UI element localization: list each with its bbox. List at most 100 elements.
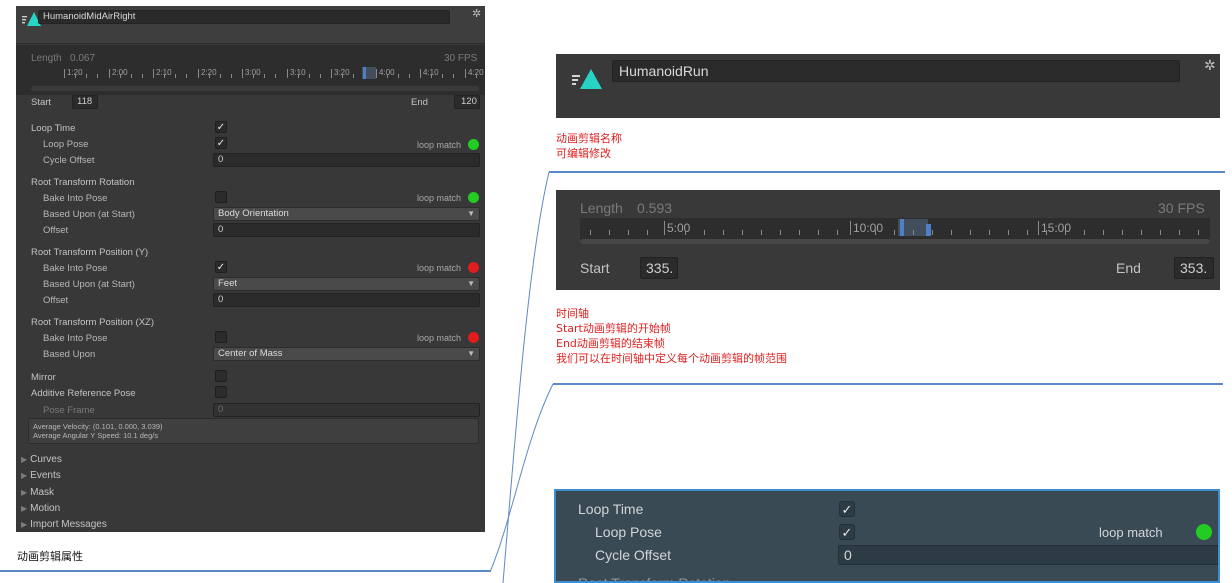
- ruler-minor-tick: [175, 74, 176, 78]
- zoom-ruler-minor-tick: [1103, 230, 1104, 235]
- zoom-fps-label: 30 FPS: [1158, 200, 1205, 216]
- loop-time-checkbox[interactable]: ✓: [215, 121, 227, 133]
- zoom-ruler-tick: [850, 221, 851, 235]
- ruler-minor-tick: [275, 74, 276, 78]
- triangle-right-icon: ▶: [21, 455, 28, 464]
- gear-icon[interactable]: ✲: [1204, 57, 1216, 74]
- timeline-zoom-panel[interactable]: Length 0.593 30 FPS 5:00 10:00 15:00 Start…: [556, 190, 1220, 290]
- zoom-length-label: Length: [580, 200, 623, 216]
- playhead-start-marker[interactable]: [363, 67, 366, 79]
- zoom-cycle-offset-field[interactable]: 0: [838, 545, 1218, 565]
- ruler-minor-tick: [342, 74, 343, 78]
- zoom-ruler-minor-tick: [951, 230, 952, 235]
- zoom-ruler-tick-label: 5:00: [667, 221, 691, 235]
- foldout-mask-label: Mask: [30, 487, 55, 498]
- mirror-checkbox[interactable]: [215, 370, 227, 382]
- zoom-ruler-minor-tick: [704, 230, 705, 235]
- loop-match-label: loop match: [417, 140, 462, 150]
- clip-inspector-panel: HumanoidMidAirRight ✲ Length 0.067 30 FP…: [16, 6, 485, 532]
- triangle-right-icon: ▶: [21, 504, 28, 513]
- foldout-events-label: Events: [30, 470, 61, 481]
- rtpxz-based-label: Based Upon: [43, 349, 96, 360]
- zoom-timeline-scrollbar[interactable]: [580, 239, 1210, 244]
- note-rule-2: [553, 383, 1223, 385]
- timeline[interactable]: Length 0.067 30 FPS 1:20 2:00 2:10 2:20 3:00…: [16, 45, 485, 95]
- ruler-tick: [242, 69, 243, 78]
- start-label: Start: [31, 97, 52, 108]
- zoom-ruler-minor-tick: [590, 230, 591, 235]
- zoom-ruler-minor-tick: [970, 230, 971, 235]
- ruler-minor-tick: [476, 74, 477, 78]
- dropdown-arrow-icon: ▼: [467, 349, 475, 358]
- rtpy-bake-checkbox[interactable]: ✓: [215, 261, 227, 273]
- end-frame-field[interactable]: 120: [454, 95, 480, 109]
- rtr-based-dropdown[interactable]: Body Orientation ▼: [213, 207, 480, 221]
- timeline-scrollbar[interactable]: [31, 86, 479, 91]
- additive-ref-checkbox[interactable]: [215, 386, 227, 398]
- zoom-ruler-minor-tick: [894, 230, 895, 235]
- rtpy-header: Root Transform Position (Y): [31, 247, 149, 258]
- clip-name-field[interactable]: HumanoidMidAirRight: [38, 10, 450, 24]
- zoom-start-field[interactable]: 335.: [640, 257, 678, 279]
- ruler-minor-tick: [131, 74, 132, 78]
- zoom-clip-name-field[interactable]: HumanoidRun: [612, 60, 1180, 82]
- additive-ref-label: Additive Reference Pose: [31, 388, 136, 399]
- zoom-loop-pose-checkbox[interactable]: ✓: [839, 524, 855, 540]
- zoom-ruler-tick-label: 10:00: [853, 221, 884, 235]
- rtpy-loop-match-label: loop match: [417, 263, 462, 273]
- note-clip-name: 动画剪辑名称 可编辑修改: [556, 131, 622, 161]
- zoom-ruler-minor-tick: [723, 230, 724, 235]
- rtpy-based-value: Feet: [218, 278, 238, 289]
- rtpxz-bake-checkbox[interactable]: [215, 331, 227, 343]
- loop-match-indicator: [468, 139, 479, 150]
- triangle-right-icon: ▶: [21, 488, 28, 497]
- ruler-tick: [331, 69, 332, 78]
- rtr-loop-match-indicator: [468, 192, 479, 203]
- zoom-end-field[interactable]: 353.: [1174, 257, 1214, 279]
- rtr-offset-field[interactable]: 0: [213, 223, 480, 237]
- foldout-import-messages[interactable]: ▶ Import Messages: [21, 519, 107, 530]
- ruler-tick: [420, 69, 421, 78]
- mirror-label: Mirror: [31, 372, 56, 383]
- foldout-mask[interactable]: ▶ Mask: [21, 487, 54, 498]
- dropdown-arrow-icon: ▼: [467, 209, 475, 218]
- zoom-playhead-end-marker[interactable]: [926, 224, 931, 236]
- rtpy-based-dropdown[interactable]: Feet ▼: [213, 277, 480, 291]
- zoom-ruler-minor-tick: [780, 230, 781, 235]
- ruler-minor-tick: [320, 74, 321, 78]
- cycle-offset-field[interactable]: 0: [213, 153, 480, 167]
- rtr-loop-match-label: loop match: [417, 193, 462, 203]
- zoom-length-value: 0.593: [637, 200, 673, 216]
- foldout-events[interactable]: ▶ Events: [21, 470, 61, 481]
- start-frame-field[interactable]: 118: [72, 95, 98, 109]
- ruler-minor-tick: [442, 74, 443, 78]
- loop-pose-checkbox[interactable]: ✓: [215, 137, 227, 149]
- zoom-loop-match-indicator: [1196, 524, 1212, 540]
- foldout-curves[interactable]: ▶ Curves: [21, 454, 62, 465]
- ruler-minor-tick: [398, 74, 399, 78]
- zoom-loop-time-checkbox[interactable]: ✓: [839, 501, 855, 517]
- zoom-ruler-minor-tick: [647, 230, 648, 235]
- zoom-playhead-start-marker[interactable]: [900, 219, 904, 236]
- ruler-minor-tick: [387, 74, 388, 78]
- rtpxz-based-dropdown[interactable]: Center of Mass ▼: [213, 347, 480, 361]
- note-timeline-line4: 我们可以在时间轴中定义每个动画剪辑的帧范围: [556, 352, 787, 365]
- ruler-minor-tick: [253, 74, 254, 78]
- foldout-motion[interactable]: ▶ Motion: [21, 503, 60, 514]
- zoom-ruler-minor-tick: [1198, 230, 1199, 235]
- ruler-minor-tick: [220, 74, 221, 78]
- clip-header: HumanoidMidAirRight ✲: [16, 6, 485, 44]
- zoom-ruler-minor-tick: [1008, 230, 1009, 235]
- end-label: End: [411, 97, 428, 108]
- rtpy-offset-field[interactable]: 0: [213, 293, 480, 307]
- zoom-ruler-minor-tick: [1084, 230, 1085, 235]
- zoom-timeline-ruler[interactable]: 5:00 10:00 15:00: [580, 218, 1210, 244]
- zoom-ruler-minor-tick: [1046, 230, 1047, 235]
- ruler-minor-tick: [86, 74, 87, 78]
- left-caption: 动画剪辑属性: [17, 550, 83, 563]
- rtr-bake-checkbox[interactable]: [215, 191, 227, 203]
- ruler-tick: [376, 69, 377, 78]
- ruler-minor-tick: [353, 74, 354, 78]
- gear-icon[interactable]: ✲: [472, 7, 481, 20]
- foldout-import-messages-label: Import Messages: [30, 519, 107, 530]
